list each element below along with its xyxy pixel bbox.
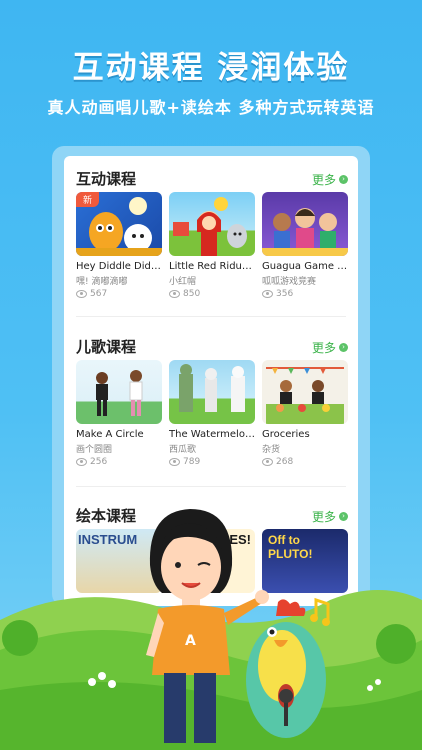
course-subtitle: 小红帽 xyxy=(169,277,197,287)
eye-icon xyxy=(262,458,273,466)
course-name: Make A Circle xyxy=(76,429,144,440)
arrow-right-icon: › xyxy=(339,512,348,521)
course-name: Little Red Ridun... xyxy=(169,261,255,272)
section-title: 儿歌课程 xyxy=(76,338,137,356)
course-subtitle: 嘿! 滴嘟滴嘟 xyxy=(76,277,128,287)
course-thumbnail xyxy=(169,360,255,424)
view-count: 268 xyxy=(276,457,294,467)
view-count: 567 xyxy=(90,289,108,299)
section-interactive: 互动课程 更多 › 新 Hey Diddle Diddle 嘿! 滴嘟滴嘟 56… xyxy=(76,168,348,299)
course-subtitle: 画个圆圈 xyxy=(76,445,113,455)
more-link[interactable]: 更多 › xyxy=(312,508,348,525)
divider xyxy=(76,486,346,487)
course-item[interactable]: The Watermelon... 西瓜歌 789 xyxy=(169,360,255,467)
course-item[interactable]: Groceries 杂货 268 xyxy=(262,360,348,467)
view-count: 789 xyxy=(183,457,201,467)
course-subtitle: 西瓜歌 xyxy=(169,445,197,455)
arrow-right-icon: › xyxy=(339,343,348,352)
view-count: 850 xyxy=(183,289,201,299)
shirt-letter: A xyxy=(185,633,196,649)
arrow-right-icon: › xyxy=(339,175,348,184)
course-name: Groceries xyxy=(262,429,310,440)
section-title: 互动课程 xyxy=(76,170,137,188)
eye-icon xyxy=(76,290,87,298)
course-thumbnail xyxy=(76,360,162,424)
course-name: Guagua Game S... xyxy=(262,261,348,272)
eye-icon xyxy=(262,290,273,298)
section-songs: 儿歌课程 更多 › Make A Circle 画个圆圈 256 The Wat… xyxy=(76,336,348,467)
rooster-mascot xyxy=(246,597,330,738)
course-item[interactable]: Make A Circle 画个圆圈 256 xyxy=(76,360,162,467)
course-item[interactable]: 新 Hey Diddle Diddle 嘿! 滴嘟滴嘟 567 xyxy=(76,192,162,299)
course-thumbnail xyxy=(262,192,348,256)
divider xyxy=(76,316,346,317)
hero-subtitle: 真人动画唱儿歌+读绘本 多种方式玩转英语 xyxy=(47,98,375,117)
course-subtitle: 杂货 xyxy=(262,445,281,455)
more-link[interactable]: 更多 › xyxy=(312,339,348,356)
eye-icon xyxy=(76,458,87,466)
course-item[interactable]: Little Red Ridun... 小红帽 850 xyxy=(169,192,255,299)
section-title: 绘本课程 xyxy=(76,507,137,525)
course-subtitle: 呱呱游戏竞赛 xyxy=(262,277,317,287)
new-badge: 新 xyxy=(76,192,100,207)
course-name: The Watermelon... xyxy=(169,429,255,440)
course-thumbnail xyxy=(262,360,348,424)
view-count: 256 xyxy=(90,457,108,467)
hero-title: 互动课程 浸润体验 xyxy=(72,50,350,86)
course-name: Hey Diddle Diddle xyxy=(76,261,162,272)
more-link[interactable]: 更多 › xyxy=(312,171,348,188)
eye-icon xyxy=(169,458,180,466)
course-item[interactable]: Guagua Game S... 呱呱游戏竞赛 356 xyxy=(262,192,348,299)
view-count: 356 xyxy=(276,289,294,299)
course-thumbnail xyxy=(169,192,255,256)
eye-icon xyxy=(169,290,180,298)
course-thumbnail: 新 xyxy=(76,192,162,256)
